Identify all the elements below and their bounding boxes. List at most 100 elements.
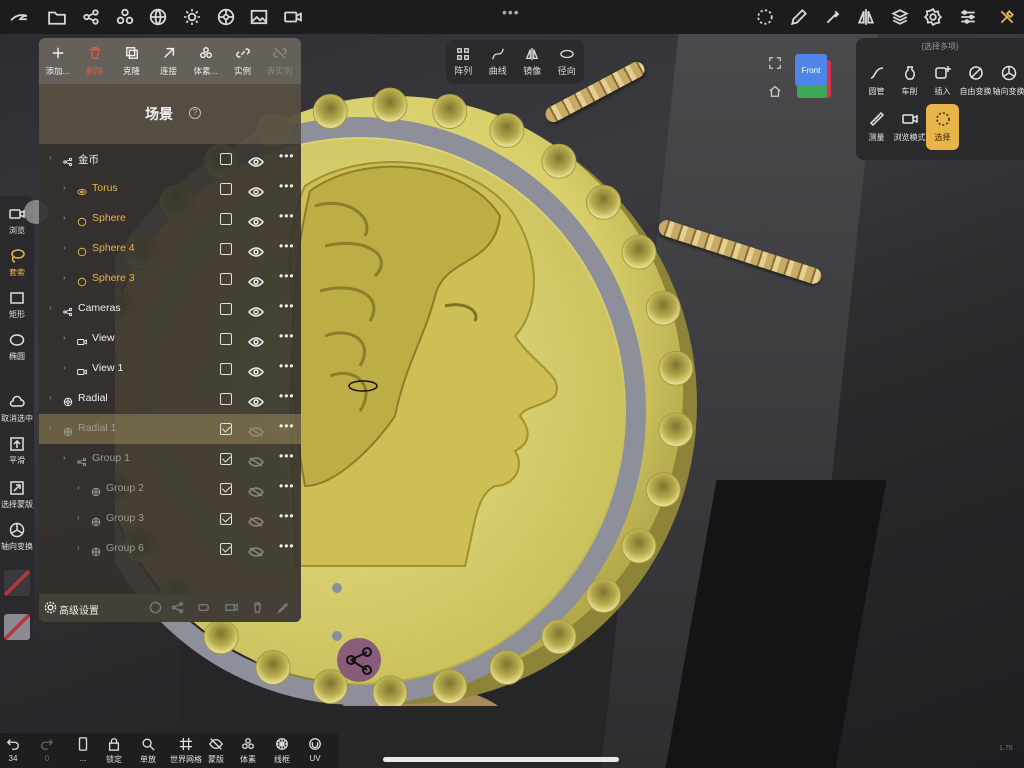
link-icon[interactable] <box>197 601 210 614</box>
chevron-icon[interactable]: › <box>63 453 66 462</box>
gizmo-dot[interactable] <box>332 631 342 641</box>
bottom-device[interactable]: ... <box>76 737 90 763</box>
eye-off-icon[interactable] <box>248 454 264 467</box>
eye-off-icon[interactable] <box>248 514 264 527</box>
eye-icon[interactable] <box>248 364 264 377</box>
pencil-icon[interactable] <box>788 6 810 28</box>
tool-camera[interactable]: 浏览模式 <box>893 104 926 150</box>
home-view-icon[interactable] <box>768 84 784 100</box>
more-options-button[interactable]: ••• <box>279 209 295 223</box>
more-options-button[interactable]: ••• <box>279 419 295 433</box>
scene-tool-plus[interactable]: 添加... <box>39 38 76 84</box>
eye-icon[interactable] <box>248 274 264 287</box>
lock-checkbox[interactable] <box>220 513 232 525</box>
tool-radial-ring[interactable]: 径向 <box>550 40 585 84</box>
chevron-icon[interactable]: › <box>63 273 66 282</box>
color-swatch-secondary[interactable] <box>4 614 30 640</box>
more-options-button[interactable]: ••• <box>279 179 295 193</box>
view-cube-front[interactable]: Front <box>795 54 827 86</box>
rail-ellipse[interactable]: 椭圆 <box>0 332 34 362</box>
help-icon[interactable]: ? <box>189 107 201 119</box>
scene-row[interactable]: › Group 1 ••• <box>39 444 301 474</box>
layers-icon[interactable] <box>889 6 911 28</box>
lock-checkbox[interactable] <box>220 243 232 255</box>
lock-checkbox[interactable] <box>220 213 232 225</box>
more-options-button[interactable]: ••• <box>279 449 295 463</box>
view-cube-bottom[interactable] <box>797 85 827 98</box>
lock-checkbox[interactable] <box>220 483 232 495</box>
mirror-icon[interactable] <box>855 6 877 28</box>
tool-mirror[interactable]: 镜像 <box>515 40 550 84</box>
gear-icon[interactable] <box>44 601 57 614</box>
scene-row[interactable]: › View 1 ••• <box>39 354 301 384</box>
rail-mask[interactable]: 选择蒙版 <box>0 480 34 510</box>
chevron-icon[interactable]: › <box>49 393 52 402</box>
lock-checkbox[interactable] <box>220 303 232 315</box>
eye-icon[interactable] <box>248 244 264 257</box>
bottom-wireframe[interactable]: 线框 <box>274 737 290 765</box>
bottom-voxel[interactable]: 体素 <box>240 737 256 765</box>
chevron-icon[interactable]: › <box>77 543 80 552</box>
eye-off-icon[interactable] <box>248 484 264 497</box>
rail-smooth[interactable]: 平滑 <box>0 436 34 466</box>
lock-checkbox[interactable] <box>220 423 232 435</box>
more-options-button[interactable]: ••• <box>279 389 295 403</box>
advanced-settings-button[interactable]: 高级设置 <box>59 602 99 617</box>
folder-icon[interactable] <box>46 6 68 28</box>
bottom-mask-off[interactable]: 蒙版 <box>208 737 224 765</box>
chevron-icon[interactable]: › <box>63 213 66 222</box>
eyedropper-icon[interactable] <box>822 6 844 28</box>
lock-checkbox[interactable] <box>220 153 232 165</box>
camera-icon[interactable] <box>225 601 238 614</box>
lasso-select-icon[interactable] <box>754 6 776 28</box>
app-logo-icon[interactable] <box>8 6 30 28</box>
share-nodes-icon[interactable] <box>171 601 184 614</box>
more-options-button[interactable]: ••• <box>279 239 295 253</box>
chevron-icon[interactable]: › <box>49 153 52 162</box>
more-options-button[interactable]: ••• <box>279 299 295 313</box>
fullscreen-icon[interactable] <box>768 56 784 72</box>
scene-row[interactable]: › Torus ••• <box>39 174 301 204</box>
scene-row[interactable]: › Sphere 4 ••• <box>39 234 301 264</box>
chevron-icon[interactable]: › <box>63 243 66 252</box>
material-icon[interactable] <box>215 6 237 28</box>
rail-lasso[interactable]: 套索 <box>0 248 34 278</box>
eye-icon[interactable] <box>248 214 264 227</box>
scene-row[interactable]: › Group 2 ••• <box>39 474 301 504</box>
settings-icon[interactable] <box>922 6 944 28</box>
eye-icon[interactable] <box>248 154 264 167</box>
eye-icon[interactable] <box>248 334 264 347</box>
tool-insert[interactable]: 插入 <box>926 58 959 104</box>
scene-tool-trash[interactable]: 删除 <box>76 38 113 84</box>
lock-checkbox[interactable] <box>220 453 232 465</box>
chevron-icon[interactable]: › <box>63 363 66 372</box>
eye-icon[interactable] <box>248 304 264 317</box>
chevron-icon[interactable]: › <box>49 423 52 432</box>
image-icon[interactable] <box>248 6 270 28</box>
tool-free-transform[interactable]: 自由变换 <box>959 58 992 104</box>
more-options-button[interactable]: ••• <box>279 509 295 523</box>
bottom-undo[interactable]: 34 <box>6 737 20 763</box>
scene-row[interactable]: › View ••• <box>39 324 301 354</box>
tool-lathe[interactable]: 车削 <box>893 58 926 104</box>
scene-row[interactable]: › Group 6 ••• <box>39 534 301 564</box>
scene-row[interactable]: › Group 3 ••• <box>39 504 301 534</box>
rail-cloud[interactable]: 取消选中 <box>0 394 34 424</box>
lock-checkbox[interactable] <box>220 543 232 555</box>
bottom-redo[interactable]: 0 <box>40 737 54 763</box>
tool-pipe[interactable]: 圆管 <box>860 58 893 104</box>
eye-off-icon[interactable] <box>248 544 264 557</box>
lock-checkbox[interactable] <box>220 183 232 195</box>
eye-icon[interactable] <box>248 394 264 407</box>
chevron-icon[interactable]: › <box>77 513 80 522</box>
bottom-lock[interactable]: 锁定 <box>106 737 122 765</box>
more-options-button[interactable]: ••• <box>279 359 295 373</box>
lock-checkbox[interactable] <box>220 393 232 405</box>
chevron-icon[interactable]: › <box>63 183 66 192</box>
scene-tool-voxel[interactable]: 体素... <box>187 38 224 84</box>
scene-row[interactable]: › Radial ••• <box>39 384 301 414</box>
eye-off-icon[interactable] <box>248 424 264 437</box>
scene-tool-instance-link[interactable]: 实例 <box>224 38 261 84</box>
lock-checkbox[interactable] <box>220 273 232 285</box>
scene-tool-clone[interactable]: 克隆 <box>113 38 150 84</box>
